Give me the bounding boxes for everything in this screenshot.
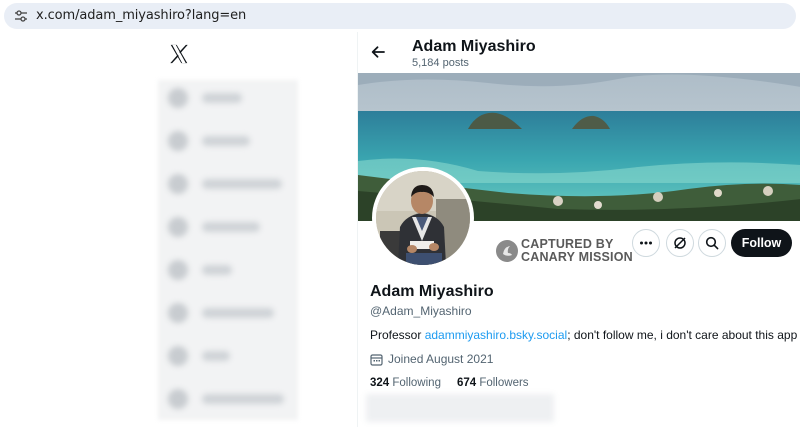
canary-mission-watermark: CAPTURED BY CANARY MISSION xyxy=(496,238,633,264)
profile-avatar[interactable] xyxy=(372,167,474,269)
profile-bio: Professor adammiyashiro.bsky.social; don… xyxy=(370,328,797,342)
more-dots-icon xyxy=(640,241,652,245)
join-date-text: Joined August 2021 xyxy=(388,352,494,366)
header-post-count: 5,184 posts xyxy=(412,57,469,69)
avatar-photo xyxy=(376,171,470,265)
browser-bar: x.com/adam_miyashiro?lang=en xyxy=(0,0,800,32)
following-link[interactable]: 324 Following xyxy=(370,377,441,389)
search-icon xyxy=(705,236,719,250)
more-options-button[interactable] xyxy=(632,229,660,257)
profile-handle: @Adam_Miyashiro xyxy=(370,304,472,318)
watermark-line-2: CANARY MISSION xyxy=(521,250,633,264)
profile-column: Adam Miyashiro 5,184 posts CAPTURED BY C… xyxy=(357,32,800,427)
grok-icon xyxy=(674,237,686,249)
bio-prefix: Professor xyxy=(370,328,425,342)
followers-link[interactable]: 674 Followers xyxy=(457,377,529,389)
follow-stats: 324 Following 674 Followers xyxy=(370,377,529,389)
sidebar-item[interactable] xyxy=(168,389,284,409)
profile-tabs-redacted xyxy=(366,394,554,422)
followers-count: 674 xyxy=(456,377,477,389)
search-profile-button[interactable] xyxy=(698,229,726,257)
x-logo-icon[interactable] xyxy=(168,43,190,65)
grok-button[interactable] xyxy=(666,229,694,257)
address-bar[interactable]: x.com/adam_miyashiro?lang=en xyxy=(4,3,796,29)
header-display-name: Adam Miyashiro xyxy=(412,38,536,55)
site-info-icon[interactable] xyxy=(14,9,28,23)
profile-header-bar: Adam Miyashiro 5,184 posts xyxy=(358,32,800,73)
url-text[interactable]: x.com/adam_miyashiro?lang=en xyxy=(36,8,246,23)
following-label: Following xyxy=(389,377,441,389)
join-date: Joined August 2021 xyxy=(370,352,493,366)
canary-mission-logo-icon xyxy=(496,240,518,262)
sidebar-item[interactable] xyxy=(168,131,250,151)
sidebar-item[interactable] xyxy=(168,88,242,108)
bio-link[interactable]: adammiyashiro.bsky.social xyxy=(425,328,568,342)
profile-display-name: Adam Miyashiro xyxy=(370,283,494,300)
bio-suffix: ; don't follow me, i don't care about th… xyxy=(567,328,798,342)
sidebar-item[interactable] xyxy=(168,217,260,237)
following-count: 324 xyxy=(370,377,390,389)
back-arrow-icon[interactable] xyxy=(370,44,386,60)
sidebar-item[interactable] xyxy=(168,303,274,323)
sidebar-item[interactable] xyxy=(168,174,282,194)
sidebar-item[interactable] xyxy=(168,260,232,280)
sidebar-item[interactable] xyxy=(168,346,230,366)
calendar-icon xyxy=(370,353,383,366)
follow-button[interactable]: Follow xyxy=(731,229,792,257)
followers-label: Followers xyxy=(476,377,529,389)
